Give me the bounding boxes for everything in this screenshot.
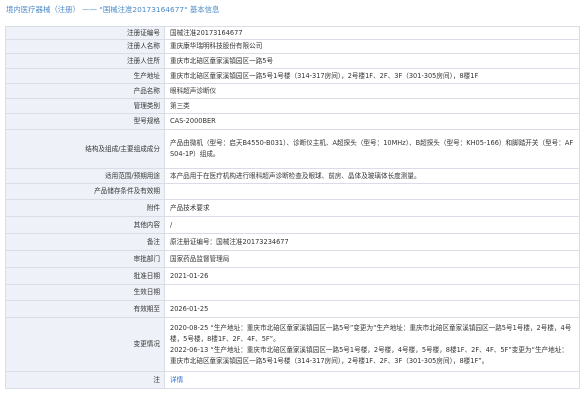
label-structure: 结构及组成/主要组成成分	[5, 129, 165, 169]
page-header: 境内医疗器械（注册） —— "国械注准20173164677" 基本信息	[0, 0, 586, 20]
value-changes: 2020-08-25 “生产地址：重庆市北碚区童家溪镇园区一路5号”变更为“生产…	[164, 317, 580, 372]
label-storage: 产品储存条件及有效期	[5, 183, 165, 200]
label-address: 注册人住所	[5, 53, 165, 69]
label-registrant: 注册人名称	[5, 39, 165, 54]
row-scope: 适用范围/预期用途 本产品用于在医疗机构进行眼科超声诊断检查及眼球、前房、晶体及…	[5, 168, 580, 184]
row-model: 型号规格 CAS-2000BER	[5, 113, 580, 130]
label-valid-until: 有效期至	[5, 300, 165, 318]
value-product-name: 眼科超声诊断仪	[164, 83, 580, 99]
header-reg-no: "国械注准20173164677"	[99, 5, 188, 14]
label-approver: 审批部门	[5, 250, 165, 268]
device-info-table: 注册证编号 国械注准20173164677 注册人名称 重庆康华瑞明科技股份有限…	[5, 26, 580, 389]
row-management-class: 管理类别 第三类	[5, 98, 580, 114]
value-model: CAS-2000BER	[164, 113, 580, 130]
label-attachment: 附件	[5, 199, 165, 217]
row-other: 其他内容 /	[5, 216, 580, 234]
label-model: 型号规格	[5, 113, 165, 130]
header-suffix: 基本信息	[189, 5, 220, 14]
row-effect-date: 生效日期	[5, 284, 580, 301]
value-registrant: 重庆康华瑞明科技股份有限公司	[164, 39, 580, 54]
label-management-class: 管理类别	[5, 98, 165, 114]
value-scope: 本产品用于在医疗机构进行眼科超声诊断检查及眼球、前房、晶体及玻璃体长度测量。	[164, 168, 580, 184]
row-remark: 备注 原注册证编号：国械注准20173234677	[5, 233, 580, 251]
value-structure: 产品由微机（型号：启天B4550-B031）、诊断仪主机、A超探头（型号：10M…	[164, 129, 580, 169]
label-scope: 适用范围/预期用途	[5, 168, 165, 184]
value-storage	[164, 183, 580, 200]
change-entry: 2020-08-25 “生产地址：重庆市北碚区童家溪镇园区一路5号”变更为“生产…	[170, 323, 572, 343]
row-registrant: 注册人名称 重庆康华瑞明科技股份有限公司	[5, 39, 580, 54]
label-note: 注	[5, 371, 165, 389]
row-attachment: 附件 产品技术要求	[5, 199, 580, 217]
header-category: 境内医疗器械（注册）	[6, 5, 80, 14]
row-storage: 产品储存条件及有效期	[5, 183, 580, 200]
label-product-name: 产品名称	[5, 83, 165, 99]
label-remark: 备注	[5, 233, 165, 251]
change-entry: 2022-06-13 “生产地址：重庆市北碚区童家溪镇园区一路5号1号楼，2号楼…	[170, 345, 568, 365]
value-remark: 原注册证编号：国械注准20173234677	[164, 233, 580, 251]
value-valid-until: 2026-01-25	[164, 300, 580, 318]
details-link[interactable]: 详情	[170, 376, 183, 384]
label-production-address: 生产地址	[5, 68, 165, 84]
value-management-class: 第三类	[164, 98, 580, 114]
label-reg-no: 注册证编号	[5, 26, 165, 40]
header-separator: ——	[82, 5, 98, 14]
row-note: 注 详情	[5, 371, 580, 389]
label-approve-date: 批准日期	[5, 267, 165, 285]
row-product-name: 产品名称 眼科超声诊断仪	[5, 83, 580, 99]
value-approve-date: 2021-01-26	[164, 267, 580, 285]
value-approver: 国家药品监督管理局	[164, 250, 580, 268]
label-changes: 变更情况	[5, 317, 165, 372]
value-attachment: 产品技术要求	[164, 199, 580, 217]
label-other: 其他内容	[5, 216, 165, 234]
row-approve-date: 批准日期 2021-01-26	[5, 267, 580, 285]
value-effect-date	[164, 284, 580, 301]
row-structure: 结构及组成/主要组成成分 产品由微机（型号：启天B4550-B031）、诊断仪主…	[5, 129, 580, 169]
value-note: 详情	[164, 371, 580, 389]
value-reg-no: 国械注准20173164677	[164, 26, 580, 40]
row-approver: 审批部门 国家药品监督管理局	[5, 250, 580, 268]
label-effect-date: 生效日期	[5, 284, 165, 301]
row-production-address: 生产地址 重庆市北碚区童家溪镇园区一路5号1号楼（314-317房间），2号楼1…	[5, 68, 580, 84]
value-address: 重庆市北碚区童家溪镇园区一路5号	[164, 53, 580, 69]
value-production-address: 重庆市北碚区童家溪镇园区一路5号1号楼（314-317房间），2号楼1F、2F、…	[164, 68, 580, 84]
value-other: /	[164, 216, 580, 234]
row-valid-until: 有效期至 2026-01-25	[5, 300, 580, 318]
row-reg-no: 注册证编号 国械注准20173164677	[5, 26, 580, 40]
row-changes: 变更情况 2020-08-25 “生产地址：重庆市北碚区童家溪镇园区一路5号”变…	[5, 317, 580, 372]
row-address: 注册人住所 重庆市北碚区童家溪镇园区一路5号	[5, 53, 580, 69]
